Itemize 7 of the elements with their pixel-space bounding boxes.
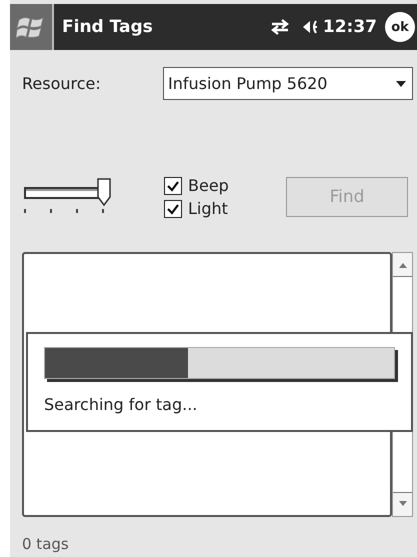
window-title: Find Tags xyxy=(62,17,154,37)
clock-time: 12:37 xyxy=(322,17,377,37)
progress-message: Searching for tag... xyxy=(44,395,198,414)
checkbox-label: Light xyxy=(188,199,228,218)
status-text: 0 tags xyxy=(22,535,70,553)
resource-label: Resource: xyxy=(22,74,102,93)
checkbox-label: Beep xyxy=(188,176,229,195)
